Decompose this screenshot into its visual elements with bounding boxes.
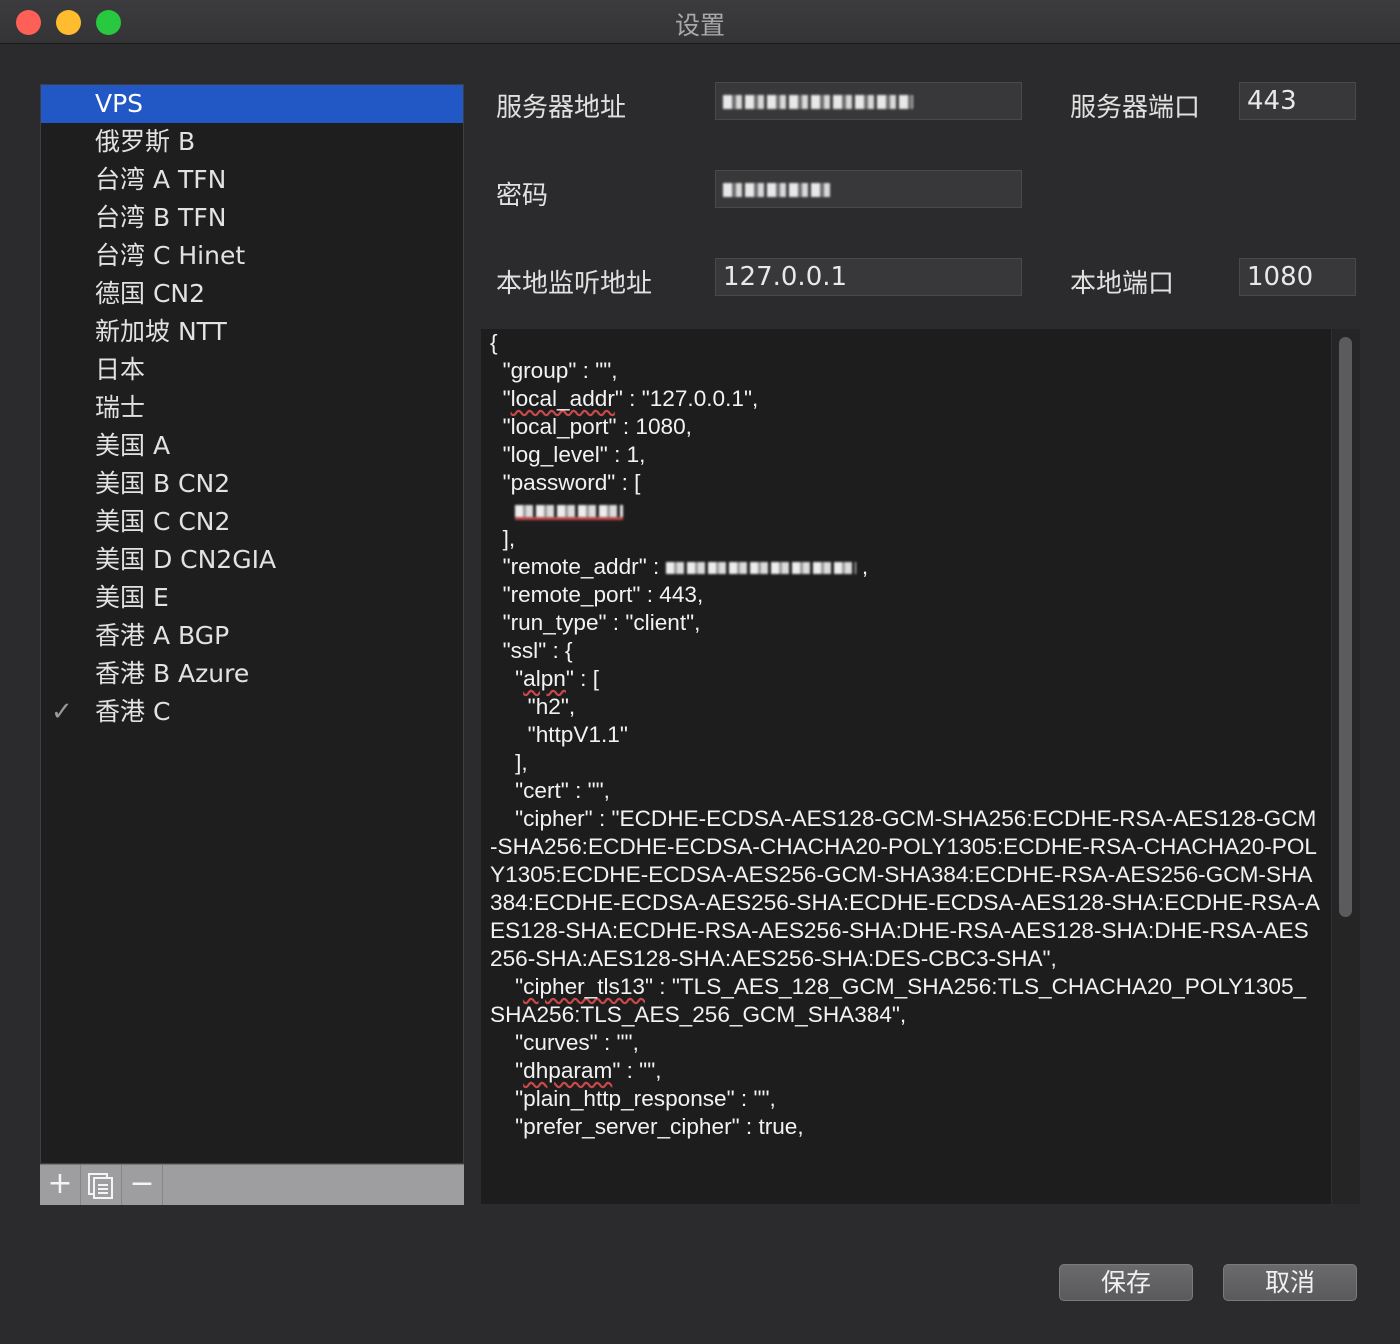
config-line: "password" : [ [490,470,641,495]
server-list-item-label: 台湾 B TFN [95,203,227,232]
remove-server-button[interactable]: − [122,1165,163,1205]
redacted-value [515,504,624,520]
server-list-item-label: VPS [95,89,144,118]
minus-icon: − [129,1166,155,1201]
config-line: "log_level" : 1, [490,442,646,467]
server-list-item-label: 新加坡 NTT [95,317,227,346]
config-line: "remote_addr" : , [490,554,869,579]
server-list-item[interactable]: 新加坡 NTT [41,313,463,351]
add-server-button[interactable]: + [40,1165,81,1205]
server-list-item[interactable]: 香港 B Azure [41,655,463,693]
server-list-item[interactable]: 美国 A [41,427,463,465]
server-list-item[interactable]: 台湾 A TFN [41,161,463,199]
config-line: "cipher" : "ECDHE-ECDSA-AES128-GCM-SHA25… [490,806,1320,971]
server-list-item[interactable]: 台湾 C Hinet [41,237,463,275]
server-list-item-label: 美国 C CN2 [95,507,231,536]
server-list-item-label: 美国 B CN2 [95,469,231,498]
server-address-label: 服务器地址 [496,93,627,123]
config-line: "alpn" : [ [490,666,599,691]
title-bar: 设置 [0,0,1400,44]
redacted-value [723,183,831,197]
config-line: "curves" : "", [490,1030,639,1055]
password-label: 密码 [496,181,549,211]
server-list-item-label: 台湾 A TFN [95,165,227,194]
checkmark-icon: ✓ [51,697,73,727]
server-list-item-label: 香港 B Azure [95,659,250,688]
scrollbar-thumb[interactable] [1339,337,1352,917]
server-list-item[interactable]: 台湾 B TFN [41,199,463,237]
server-list-item-label: 俄罗斯 B [95,127,196,156]
window-title: 设置 [674,11,725,40]
local-address-field[interactable]: 127.0.0.1 [715,258,1022,296]
password-field[interactable] [715,170,1022,208]
server-list-item-label: 美国 D CN2GIA [95,545,277,574]
server-list-item-label: 日本 [95,355,146,384]
config-line: "prefer_server_cipher" : true, [490,1114,804,1139]
local-address-label: 本地监听地址 [496,269,653,299]
config-line [490,497,1320,525]
config-line: ], [490,526,516,551]
local-port-label: 本地端口 [1070,269,1175,299]
config-json-editor[interactable]: { "group" : "", "local_addr" : "127.0.0.… [481,329,1359,1204]
server-address-field[interactable] [715,82,1022,120]
duplicate-server-button[interactable] [81,1165,122,1205]
server-list-item[interactable]: 瑞士 [41,389,463,427]
config-line: "remote_port" : 443, [490,582,704,607]
redacted-value [723,95,913,109]
plus-icon: + [47,1166,73,1201]
save-button[interactable]: 保存 [1059,1264,1193,1301]
server-list-item-label: 美国 A [95,431,171,460]
config-line: "ssl" : { [490,638,573,663]
duplicate-icon [88,1173,113,1199]
config-json-text[interactable]: { "group" : "", "local_addr" : "127.0.0.… [490,329,1320,1141]
server-list-item-label: 德国 CN2 [95,279,206,308]
server-port-field[interactable]: 443 [1239,82,1356,120]
server-list[interactable]: VPS 俄罗斯 B 台湾 A TFN 台湾 B TFN 台湾 C Hinet 德国 CN2… [40,84,464,1164]
config-line: "h2", [490,694,576,719]
config-line: "dhparam" : "", [490,1058,662,1083]
server-list-item-label: 瑞士 [95,393,146,422]
server-list-item-label: 台湾 C Hinet [95,241,246,270]
server-port-label: 服务器端口 [1070,93,1201,123]
server-list-item[interactable]: VPS [41,85,463,123]
redacted-value [665,562,856,575]
server-list-item[interactable]: 美国 C CN2 [41,503,463,541]
server-list-item[interactable]: 俄罗斯 B [41,123,463,161]
config-line: "cipher_tls13" : "TLS_AES_128_GCM_SHA256… [490,974,1307,1027]
config-line: "local_addr" : "127.0.0.1", [490,386,759,411]
config-line: ], [490,750,528,775]
config-line: "local_port" : 1080, [490,414,692,439]
server-list-item[interactable]: ✓ 香港 C [41,693,463,731]
server-list-item[interactable]: 美国 B CN2 [41,465,463,503]
server-list-item-label: 美国 E [95,583,169,612]
server-list-item-label: 香港 C [95,697,171,726]
local-port-field[interactable]: 1080 [1239,258,1356,296]
config-line: "group" : "", [490,358,618,383]
cancel-button[interactable]: 取消 [1223,1264,1357,1301]
server-list-item[interactable]: 美国 E [41,579,463,617]
server-list-item[interactable]: 美国 D CN2GIA [41,541,463,579]
config-line: "plain_http_response" : "", [490,1086,776,1111]
server-list-item[interactable]: 日本 [41,351,463,389]
server-list-toolbar: + − [40,1164,464,1205]
server-list-item-label: 香港 A BGP [95,621,230,650]
server-list-item[interactable]: 香港 A BGP [41,617,463,655]
config-line: { [490,330,498,355]
config-line: "httpV1.1" [490,722,628,747]
server-list-item[interactable]: 德国 CN2 [41,275,463,313]
config-line: "cert" : "", [490,778,610,803]
editor-scrollbar[interactable] [1331,329,1360,1204]
config-line: "run_type" : "client", [490,610,701,635]
